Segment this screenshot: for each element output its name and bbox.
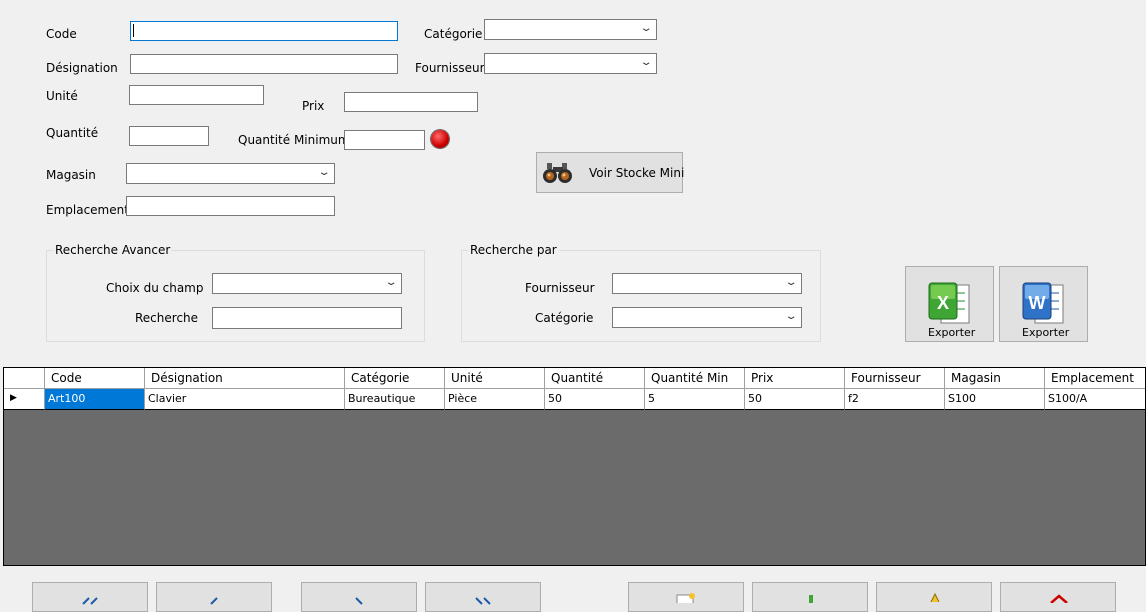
search-categorie-select[interactable]: ⌄ <box>612 307 802 328</box>
save-record-button[interactable] <box>752 582 868 612</box>
cell-categorie[interactable]: Bureautique <box>345 389 445 410</box>
previous-arrow-icon <box>210 597 218 605</box>
cell-designation[interactable]: Clavier <box>145 389 345 410</box>
quantite-minimum-label: Quantité Minimum <box>238 133 350 147</box>
text-caret <box>133 24 134 37</box>
word-icon: W <box>1022 282 1064 324</box>
previous-record-button[interactable] <box>156 582 272 612</box>
column-header-quantite-min[interactable]: Quantité Min <box>645 368 745 389</box>
column-header-categorie[interactable]: Catégorie <box>345 368 445 389</box>
categorie-label: Catégorie <box>424 27 483 41</box>
magasin-label: Magasin <box>46 168 96 182</box>
export-excel-button[interactable]: X Exporter <box>905 266 994 342</box>
delete-record-button[interactable] <box>1000 582 1116 612</box>
advanced-search-title: Recherche Avancer <box>53 243 173 257</box>
chevron-down-icon: ⌄ <box>639 57 653 68</box>
unite-label: Unité <box>46 89 78 103</box>
voir-stock-mini-button[interactable]: Voir Stocke Mini <box>536 152 685 193</box>
choix-du-champ-label: Choix du champ <box>106 281 204 295</box>
column-header-prix[interactable]: Prix <box>745 368 845 389</box>
categorie-select[interactable]: ⌄ <box>484 19 657 40</box>
last-record-button[interactable] <box>425 582 541 612</box>
magasin-select[interactable]: ⌄ <box>126 163 335 184</box>
prix-label: Prix <box>302 99 325 113</box>
column-header-quantite[interactable]: Quantité <box>545 368 645 389</box>
search-by-title: Recherche par <box>468 243 559 257</box>
search-fournisseur-select[interactable]: ⌄ <box>612 273 802 294</box>
last-arrow-icon <box>475 597 491 605</box>
chevron-down-icon: ⌄ <box>317 167 331 178</box>
recherche-label: Recherche <box>135 311 199 325</box>
new-record-button[interactable] <box>628 582 744 612</box>
designation-label: Désignation <box>46 61 118 75</box>
designation-input[interactable] <box>130 54 398 74</box>
stock-alert-indicator <box>431 130 449 148</box>
code-label: Code <box>46 27 77 41</box>
quantite-input[interactable] <box>129 126 209 146</box>
chevron-down-icon: ⌄ <box>639 23 653 34</box>
code-input[interactable] <box>130 21 398 41</box>
column-header-designation[interactable]: Désignation <box>145 368 345 389</box>
new-document-icon <box>676 593 695 603</box>
cell-emplacement[interactable]: S100/A <box>1045 389 1145 410</box>
cell-quantite-min[interactable]: 5 <box>645 389 745 410</box>
cell-fournisseur[interactable]: f2 <box>845 389 945 410</box>
emplacement-label: Emplacement <box>46 203 129 217</box>
cell-quantite[interactable]: 50 <box>545 389 645 410</box>
edit-record-button[interactable] <box>876 582 992 612</box>
voir-stock-mini-label: Voir Stocke Mini <box>589 166 685 180</box>
row-header-corner <box>4 368 45 389</box>
cell-unite[interactable]: Pièce <box>445 389 545 410</box>
delete-icon <box>1050 594 1068 603</box>
chevron-down-icon: ⌄ <box>784 311 798 322</box>
next-arrow-icon <box>355 597 363 605</box>
column-header-emplacement[interactable]: Emplacement <box>1045 368 1145 389</box>
excel-icon: X <box>928 282 970 324</box>
search-fournisseur-label: Fournisseur <box>525 281 595 295</box>
chevron-down-icon: ⌄ <box>784 277 798 288</box>
cell-code[interactable]: Art100 <box>45 389 145 410</box>
export-word-button[interactable]: W Exporter <box>999 266 1088 342</box>
column-header-magasin[interactable]: Magasin <box>945 368 1045 389</box>
choix-du-champ-select[interactable]: ⌄ <box>212 273 402 294</box>
cell-prix[interactable]: 50 <box>745 389 845 410</box>
svg-text:X: X <box>937 293 949 313</box>
quantite-label: Quantité <box>46 126 99 140</box>
search-by-group: Recherche par <box>461 243 821 342</box>
table-row[interactable]: ▶ Art100 Clavier Bureautique Pièce 50 5 … <box>4 389 1145 410</box>
save-icon <box>809 595 813 603</box>
export-excel-label: Exporter <box>928 326 976 339</box>
unite-input[interactable] <box>129 85 264 105</box>
articles-grid[interactable]: Code Désignation Catégorie Unité Quantit… <box>3 367 1146 566</box>
chevron-down-icon: ⌄ <box>384 277 398 288</box>
column-header-code[interactable]: Code <box>45 368 145 389</box>
quantite-minimum-input[interactable] <box>344 130 425 150</box>
search-categorie-label: Catégorie <box>535 311 594 325</box>
first-record-button[interactable] <box>32 582 148 612</box>
row-selector-icon[interactable]: ▶ <box>4 389 45 410</box>
recherche-input[interactable] <box>212 307 402 329</box>
binoculars-icon <box>543 163 572 183</box>
fournisseur-select[interactable]: ⌄ <box>484 53 657 74</box>
export-word-label: Exporter <box>1022 326 1070 339</box>
column-header-unite[interactable]: Unité <box>445 368 545 389</box>
fournisseur-label: Fournisseur <box>415 61 485 75</box>
grid-header: Code Désignation Catégorie Unité Quantit… <box>4 368 1145 389</box>
first-arrow-icon <box>82 597 98 605</box>
next-record-button[interactable] <box>301 582 417 612</box>
column-header-fournisseur[interactable]: Fournisseur <box>845 368 945 389</box>
cell-magasin[interactable]: S100 <box>945 389 1045 410</box>
prix-input[interactable] <box>344 92 478 112</box>
svg-text:W: W <box>1029 293 1046 313</box>
emplacement-input[interactable] <box>126 196 335 216</box>
